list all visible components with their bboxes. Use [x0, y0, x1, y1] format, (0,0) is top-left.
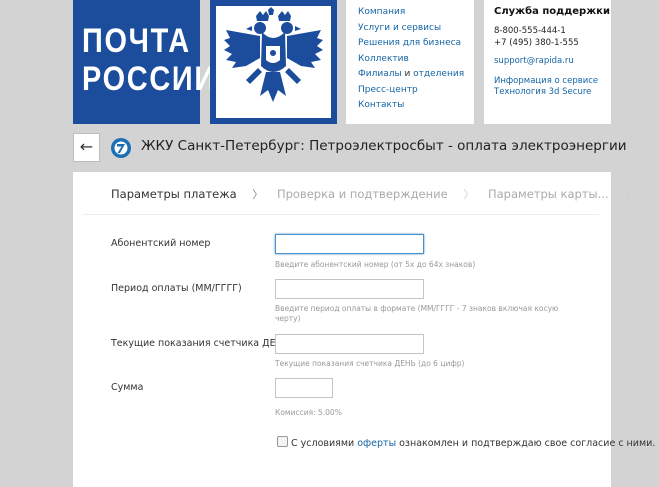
agreement-text-after: ознакомлен и подтверждаю свое согласие с…: [396, 438, 656, 449]
support-phone-2: +7 (495) 380-1-555: [494, 38, 579, 48]
nav-link-contacts[interactable]: Контакты: [358, 98, 474, 114]
agreement-text-before: С условиями: [291, 438, 358, 449]
step-card-params: Параметры карты...: [487, 187, 609, 201]
emblem-logo[interactable]: [210, 0, 337, 124]
meter-hint: Текущие показания счетчика ДЕНЬ (до 6 ци…: [275, 359, 465, 368]
nav-link-branches[interactable]: Филиалы: [358, 69, 402, 79]
step-separator-1: 〉: [252, 188, 264, 201]
top-nav: Компания Услуги и сервисы Решения для би…: [346, 0, 474, 124]
meter-day-input[interactable]: [275, 334, 424, 354]
agreement-checkbox[interactable]: [277, 436, 288, 447]
support-block: Служба поддержки 8-800-555-444-1 +7 (495…: [484, 0, 611, 124]
account-hint: Введите абонентский номер (от 5х до 64х …: [275, 260, 476, 269]
back-button[interactable]: ←: [73, 133, 100, 162]
commission-text: Комиссия: 5.00%: [275, 408, 342, 417]
nav-link-team[interactable]: Коллектив: [358, 52, 474, 68]
account-number-input[interactable]: [275, 234, 424, 254]
page-title: ЖКУ Санкт-Петербург: Петроэлектросбыт - …: [141, 138, 627, 154]
steps-divider: [83, 214, 599, 215]
agreement-row: С условиями оферты ознакомлен и подтверж…: [277, 436, 655, 449]
step-separator-2: 〉: [463, 188, 475, 201]
step-separator-3: 〉: [624, 188, 636, 201]
rapida-icon: [111, 138, 131, 158]
3d-secure-link[interactable]: Технология 3d Secure: [494, 87, 591, 97]
nav-link-services[interactable]: Услуги и сервисы: [358, 21, 474, 37]
nav-link-company[interactable]: Компания: [358, 5, 474, 21]
nav-link-business[interactable]: Решения для бизнеса: [358, 36, 474, 52]
support-email-link[interactable]: support@rapida.ru: [494, 56, 574, 66]
support-phone-1: 8-800-555-444-1: [494, 26, 566, 36]
pochta-rossii-logo[interactable]: ПОЧТА РОССИИ: [73, 0, 215, 124]
arrow-left-icon: ←: [79, 137, 94, 156]
amount-input[interactable]: [275, 378, 333, 398]
account-label: Абонентский номер: [111, 238, 211, 249]
logo-line-2: РОССИИ: [82, 60, 217, 98]
nav-link-press[interactable]: Пресс-центр: [358, 83, 474, 99]
payment-form-panel: Параметры платежа 〉 Проверка и подтвержд…: [73, 172, 655, 487]
offer-link[interactable]: оферты: [357, 438, 396, 449]
period-input[interactable]: [275, 279, 424, 299]
step-check-confirm: Проверка и подтверждение: [276, 187, 448, 201]
period-hint-1: Введите период оплаты в формате (ММ/ГГГГ…: [275, 304, 559, 313]
amount-label: Сумма: [111, 382, 144, 393]
support-title: Служба поддержки: [494, 6, 610, 17]
step-payment-params[interactable]: Параметры платежа: [111, 187, 237, 201]
period-hint-2: черту): [275, 314, 301, 323]
logo-line-1: ПОЧТА: [82, 22, 191, 60]
steps-breadcrumb: Параметры платежа 〉 Проверка и подтвержд…: [111, 186, 645, 202]
service-info-link[interactable]: Информация о сервисе: [494, 76, 598, 86]
nav-link-and: и: [401, 69, 414, 79]
meter-label: Текущие показания счетчика ДЕНЬ: [111, 338, 290, 349]
nav-link-branches-row: Филиалы и отделения: [358, 67, 474, 83]
nav-link-offices[interactable]: отделения: [413, 69, 464, 79]
period-label: Период оплаты (ММ/ГГГГ): [111, 283, 242, 294]
double-headed-eagle-icon: [224, 7, 323, 102]
